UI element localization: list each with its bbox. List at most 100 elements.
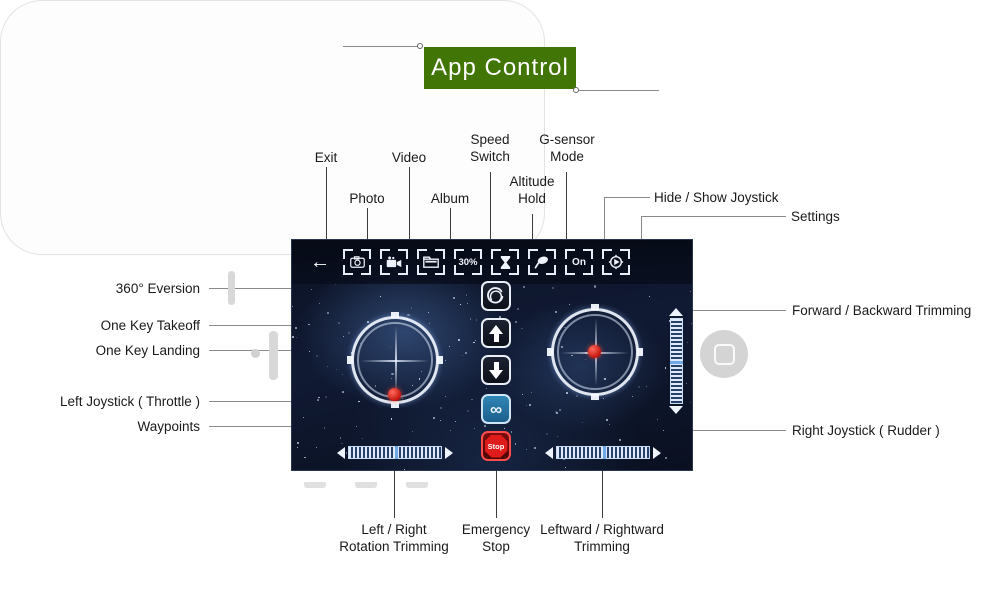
callout-gsensor-mode: G-sensor Mode [539,132,595,164]
joystick-tick-left [347,356,353,364]
bracket-frame [380,249,408,275]
phone-port-center [355,482,377,488]
back-arrow-icon: ← [310,251,330,273]
joystick-tick-left [547,348,553,356]
hide-show-joystick-button[interactable]: On [565,249,593,275]
trim-vertical-knob[interactable] [669,361,683,364]
settings-button[interactable] [602,249,630,275]
gsensor-mode-button[interactable] [528,249,556,275]
trim-right-bar[interactable] [556,446,650,459]
app-toolbar: ← 30% On [292,240,692,284]
arrow-down-stem [493,361,499,370]
leader-hide-show-v [604,197,605,242]
arrow-up-stem [493,333,499,342]
trim-down-arrow-icon[interactable] [669,406,683,414]
joystick-toggle-label: On [572,256,586,268]
waypoints-button[interactable]: ∞ [481,394,511,424]
page-title: App Control [424,47,576,89]
leader-settings-h [641,216,786,217]
leader-hide-show-h [604,197,650,198]
photo-button[interactable] [343,249,371,275]
trim-right-knob[interactable] [603,446,606,459]
phone-camera-icon [251,349,260,358]
trim-left-arrow-icon[interactable] [337,446,345,459]
trim-right-arrow-icon[interactable] [653,446,661,459]
phone-mute-switch[interactable] [228,271,235,305]
bracket-frame [602,249,630,275]
leader-photo [367,208,368,241]
right-joystick-rudder[interactable] [547,304,643,400]
altitude-hold-button[interactable] [491,249,519,275]
callout-photo: Photo [349,191,385,206]
callout-waypoints: Waypoints [137,419,200,434]
joystick-tick-right [437,356,443,364]
left-right-rotation-trimming[interactable] [337,445,453,460]
callout-one-key-takeoff: One Key Takeoff [100,318,200,333]
callout-speed-switch: Speed Switch [470,132,510,164]
bracket-frame [491,249,519,275]
phone-port-right [406,482,428,488]
callout-360-eversion: 360° Eversion [115,281,200,296]
callout-hide-show-joystick: Hide / Show Joystick [654,190,779,205]
bracket-frame [417,249,445,275]
joystick-tick-bottom [591,394,599,400]
left-joystick-indicator[interactable] [388,388,401,401]
title-dot-left [417,43,423,49]
video-button[interactable] [380,249,408,275]
bracket-frame [528,249,556,275]
forward-backward-trimming[interactable] [668,308,684,414]
arrow-up-icon [489,324,503,334]
trim-left-bar[interactable] [348,446,442,459]
speed-switch-button[interactable]: 30% [454,249,482,275]
title-line-left [343,46,419,47]
eversion-360-button[interactable] [481,281,511,311]
joystick-tick-bottom [391,402,399,408]
callout-video: Video [391,150,427,165]
trim-left-arrow-icon[interactable] [545,446,553,459]
leftward-rightward-trimming[interactable] [545,445,661,460]
joystick-tick-top [391,312,399,318]
callout-exit: Exit [314,150,338,165]
speed-value-label: 30% [458,256,478,268]
stop-octagon-icon: Stop [484,434,508,458]
exit-button[interactable]: ← [306,249,334,275]
phone-home-button[interactable] [700,330,748,378]
bracket-frame [343,249,371,275]
joystick-crosshair-v [395,326,397,394]
trim-right-arrow-icon[interactable] [445,446,453,459]
left-joystick-throttle[interactable] [347,312,443,408]
callout-album: Album [430,191,470,206]
callout-left-joystick: Left Joystick ( Throttle ) [59,394,200,409]
title-line-right [579,90,659,91]
leader-altitude [532,214,533,241]
callout-settings: Settings [791,209,840,224]
phone-port-left [304,482,326,488]
trim-up-arrow-icon[interactable] [669,308,683,316]
arrow-down-icon [489,369,503,379]
phone-body [0,0,545,255]
right-joystick-indicator[interactable] [588,345,601,358]
album-button[interactable] [417,249,445,275]
leader-album [450,208,451,241]
eversion-icon [487,287,504,304]
leader-exit [326,167,327,241]
callout-one-key-landing: One Key Landing [95,343,200,358]
leader-speed [490,172,491,241]
one-key-landing-button[interactable] [481,355,511,385]
callout-forward-backward-trimming: Forward / Backward Trimming [792,303,972,318]
callout-altitude-hold: Altitude Hold [509,174,555,206]
trim-vertical-bar[interactable] [669,318,683,404]
callout-right-joystick: Right Joystick ( Rudder ) [792,423,940,438]
joystick-tick-right [637,348,643,356]
one-key-takeoff-button[interactable] [481,318,511,348]
phone-volume-button[interactable] [269,331,278,380]
emergency-stop-button[interactable]: Stop [481,431,511,461]
stop-label: Stop [487,441,505,451]
callout-leftward-rightward-trimming: Leftward / Rightward Trimming [540,522,664,554]
leader-video [409,167,410,241]
page-title-text: App Control [431,54,569,81]
joystick-tick-top [591,304,599,310]
home-button-square-icon [713,343,735,365]
waypoints-icon: ∞ [489,399,503,419]
trim-left-knob[interactable] [395,446,398,459]
